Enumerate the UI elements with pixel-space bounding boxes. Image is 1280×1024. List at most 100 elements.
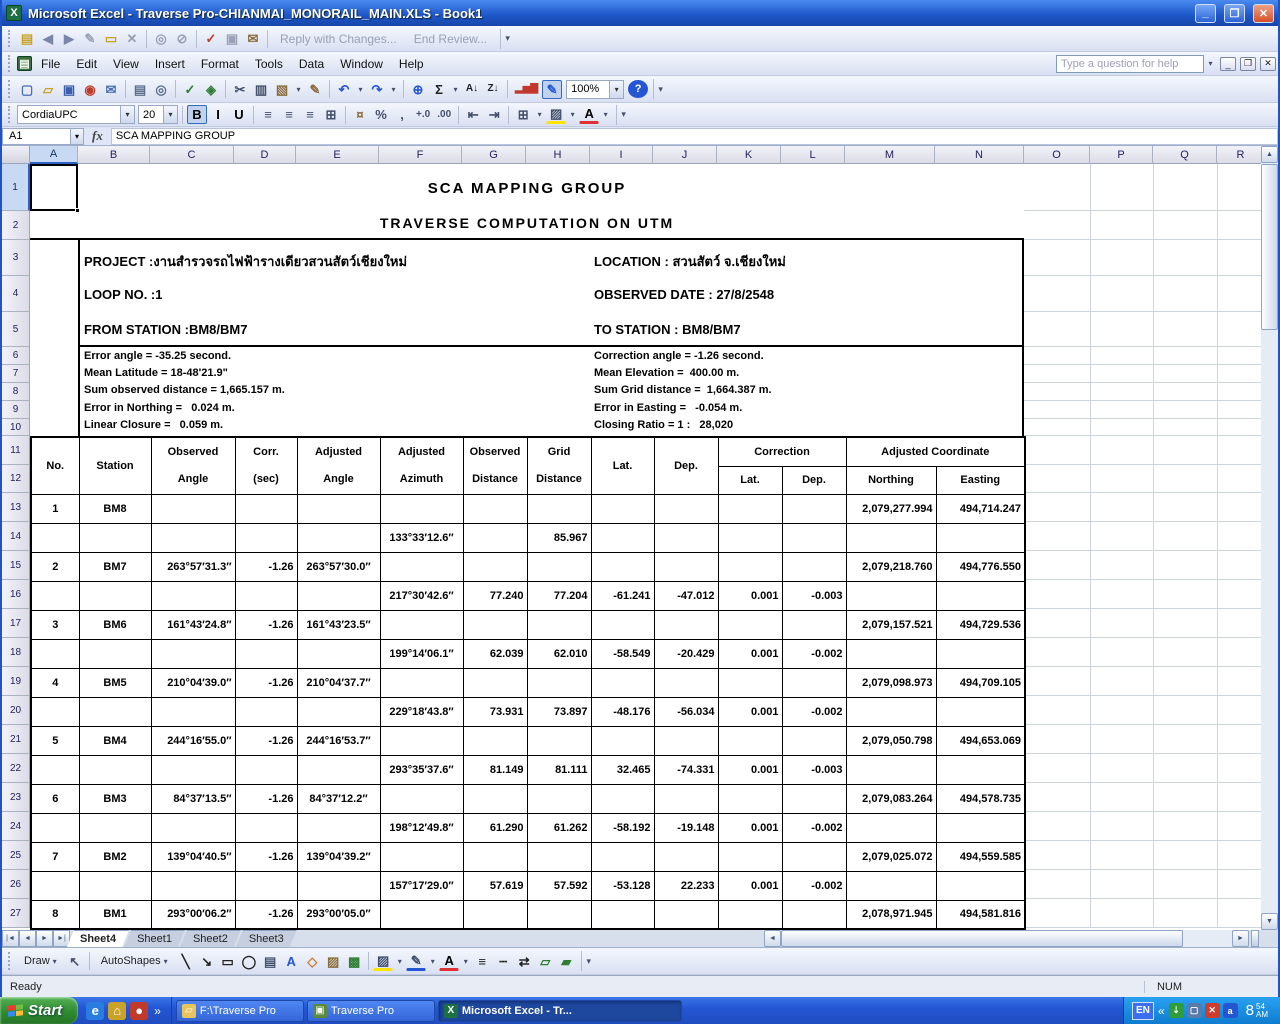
cell[interactable] (379, 725, 464, 756)
cell[interactable] (30, 580, 80, 611)
cell[interactable]: 199°14′06.1″ (379, 638, 464, 669)
next-comment-icon[interactable]: ▶ (59, 29, 79, 48)
cell[interactable] (78, 754, 152, 785)
cell[interactable] (30, 870, 80, 901)
task-button[interactable]: ▱ F:\Traverse Pro (175, 999, 304, 1022)
name-box[interactable]: A1 ▾ (2, 127, 84, 145)
quick-launch-overflow-icon[interactable]: » (152, 1004, 163, 1018)
wordart-icon[interactable]: A (281, 952, 301, 971)
cell[interactable]: 2,079,277.994 (845, 493, 937, 524)
research-icon[interactable]: ◈ (201, 80, 221, 99)
shadow-style-icon[interactable]: ▱ (535, 952, 555, 971)
cell[interactable]: 2,078,971.945 (845, 899, 937, 930)
active-cell-a1[interactable] (30, 164, 78, 211)
stat-line[interactable]: Error angle = -35.25 second. (84, 351, 285, 362)
cell[interactable] (717, 841, 783, 872)
cell[interactable] (717, 725, 783, 756)
insert-picture-icon[interactable]: ▩ (344, 952, 364, 971)
cell[interactable]: -1.26 (234, 841, 298, 872)
cell[interactable] (717, 493, 783, 524)
task-button[interactable]: X Microsoft Excel - Tr... (437, 999, 682, 1022)
redo-icon[interactable]: ↷ (367, 80, 387, 99)
cell[interactable]: BM4 (78, 725, 152, 756)
insert-diagram-icon[interactable]: ◇ (302, 952, 322, 971)
cell[interactable] (234, 870, 298, 901)
cell[interactable] (296, 493, 381, 524)
show-comments-icon[interactable]: ▭ (101, 29, 121, 48)
undo-dropdown-icon[interactable]: ▾ (355, 80, 366, 99)
cell[interactable]: 2,079,050.798 (845, 725, 937, 756)
cell[interactable] (462, 609, 528, 640)
minimize-button[interactable]: _ (1195, 3, 1216, 23)
cell[interactable] (379, 493, 464, 524)
location-label[interactable]: LOCATION : สวนสัตว์ จ.เชียงใหม่ (594, 251, 786, 272)
row-header-12[interactable]: 12 (2, 465, 30, 493)
cell[interactable]: 293°00′05.0″ (296, 899, 381, 930)
stat-line[interactable]: Error in Northing = 0.024 m. (84, 402, 285, 414)
redo-dropdown-icon[interactable]: ▾ (388, 80, 399, 99)
autosum-dropdown-icon[interactable]: ▾ (450, 80, 461, 99)
stat-line[interactable]: Linear Closure = 0.059 m. (84, 419, 285, 431)
cell[interactable] (234, 580, 298, 611)
cell[interactable]: 217°30′42.6″ (379, 580, 464, 611)
row-header-2[interactable]: 2 (2, 211, 30, 240)
cell[interactable]: 62.010 (526, 638, 592, 669)
select-objects-icon[interactable]: ↖ (65, 952, 85, 971)
update-ready-icon[interactable]: ⇣ (1168, 1003, 1184, 1018)
cell[interactable]: -58.192 (590, 812, 655, 843)
close-button[interactable]: ✕ (1253, 3, 1274, 23)
cut-icon[interactable]: ✂ (230, 80, 250, 99)
cell[interactable]: -53.128 (590, 870, 655, 901)
spelling-icon[interactable]: ✓ (180, 80, 200, 99)
column-header-g[interactable]: G (462, 146, 526, 164)
scroll-right-icon[interactable]: ► (1232, 930, 1249, 947)
cell[interactable]: 6 (30, 783, 80, 814)
cell[interactable]: 77.204 (526, 580, 592, 611)
cell[interactable] (590, 522, 655, 553)
cell[interactable]: 2 (30, 551, 80, 582)
font-color-icon[interactable]: A (579, 105, 600, 124)
cell[interactable] (296, 696, 381, 727)
cell[interactable]: 2,079,157.521 (845, 609, 937, 640)
cell[interactable]: -1.26 (234, 899, 298, 930)
cell[interactable]: -48.176 (590, 696, 655, 727)
cell[interactable] (590, 609, 655, 640)
mail-recipient-icon[interactable]: ✉ (243, 29, 263, 48)
bold-icon[interactable]: B (187, 105, 207, 124)
chevron-down-icon[interactable]: ▾ (70, 128, 83, 144)
report-subtitle[interactable]: TRAVERSE COMPUTATION ON UTM (30, 211, 1024, 240)
cell[interactable]: 244°16′55.0″ (150, 725, 236, 756)
format-painter-icon[interactable]: ✎ (305, 80, 325, 99)
rectangle-icon[interactable]: ▭ (218, 952, 238, 971)
cell[interactable]: 494,729.536 (935, 609, 1026, 640)
new-comment-icon[interactable]: ▤ (17, 29, 37, 48)
cell[interactable]: 61.262 (526, 812, 592, 843)
text-box-icon[interactable]: ▤ (260, 952, 280, 971)
cell[interactable]: -0.002 (781, 696, 847, 727)
last-sheet-icon[interactable]: ►| (53, 930, 70, 947)
cell[interactable]: BM2 (78, 841, 152, 872)
cell[interactable]: 263°57′31.3″ (150, 551, 236, 582)
font-name-select[interactable]: CordiaUPC ▾ (17, 105, 135, 124)
row-header-19[interactable]: 19 (2, 667, 30, 696)
column-header-m[interactable]: M (845, 146, 935, 164)
cell[interactable]: 293°35′37.6″ (379, 754, 464, 785)
align-right-icon[interactable]: ≡ (300, 105, 320, 124)
cell[interactable]: BM7 (78, 551, 152, 582)
zoom-select[interactable]: 100% ▾ (566, 79, 625, 99)
cell[interactable]: -58.549 (590, 638, 655, 669)
cell[interactable] (379, 899, 464, 930)
cell[interactable]: 1 (30, 493, 80, 524)
cell[interactable] (296, 754, 381, 785)
cell[interactable] (845, 754, 937, 785)
edit-comment-icon[interactable]: ✎ (80, 29, 100, 48)
row-header-9[interactable]: 9 (2, 401, 30, 419)
stat-line[interactable]: Mean Elevation = 400.00 m. (594, 368, 772, 379)
email-icon[interactable]: ✉ (101, 80, 121, 99)
cell[interactable] (781, 667, 847, 698)
cell[interactable] (781, 493, 847, 524)
insert-function-icon[interactable]: fx (84, 128, 111, 144)
fill-color-icon[interactable]: ▨ (546, 105, 567, 124)
save-icon[interactable]: ▣ (59, 80, 79, 99)
cell[interactable]: BM8 (78, 493, 152, 524)
